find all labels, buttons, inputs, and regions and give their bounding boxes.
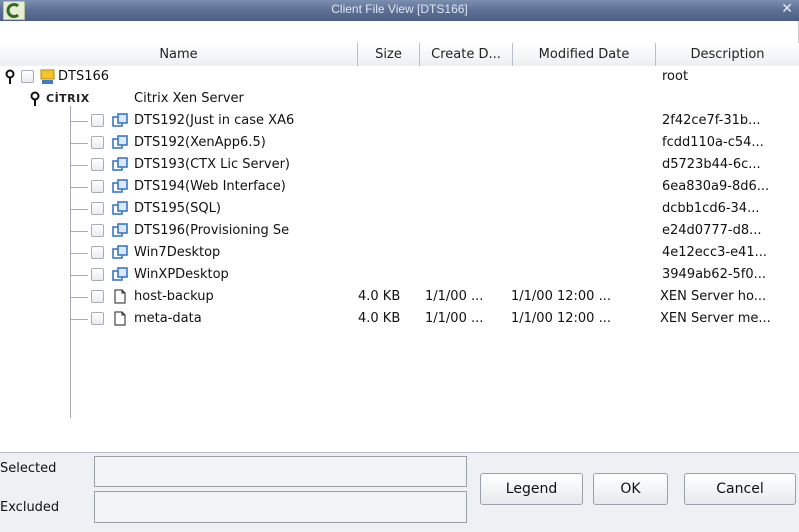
tree-row[interactable]: meta-data 4.0 KB 1/1/00 ... 1/1/00 12:00… [0, 308, 799, 330]
item-created: 1/1/00 ... [425, 311, 484, 326]
legend-button[interactable]: Legend [480, 473, 583, 505]
column-size[interactable]: Size [358, 43, 420, 66]
item-created: 1/1/00 ... [425, 289, 484, 304]
vm-icon [112, 223, 128, 237]
tree-row-root[interactable]: DTS166 root [0, 66, 799, 88]
vm-icon [112, 157, 128, 171]
excluded-field[interactable] [94, 491, 467, 523]
item-name: meta-data [134, 311, 202, 326]
vm-icon [112, 179, 128, 193]
column-name[interactable]: Name [0, 43, 358, 66]
expand-handle-icon[interactable] [4, 69, 16, 85]
item-checkbox[interactable] [91, 246, 104, 259]
column-description[interactable]: Description [656, 43, 799, 66]
column-create-date[interactable]: Create D... [420, 43, 513, 66]
item-name: DTS192(Just in case XA6 [134, 113, 295, 128]
tree-row[interactable]: WinXPDesktop 3949ab62-5f0... [0, 264, 799, 286]
item-name: DTS192(XenApp6.5) [134, 135, 266, 150]
tree-row[interactable]: Win7Desktop 4e12ecc3-e41... [0, 242, 799, 264]
vm-icon [112, 135, 128, 149]
item-description: XEN Server ho... [660, 289, 767, 304]
item-size: 4.0 KB [358, 311, 401, 326]
tree-row[interactable]: host-backup 4.0 KB 1/1/00 ... 1/1/00 12:… [0, 286, 799, 308]
selected-label: Selected [0, 461, 57, 476]
vm-icon [112, 245, 128, 259]
tree-row[interactable]: DTS194(Web Interface) 6ea830a9-8d6... [0, 176, 799, 198]
root-description: root [662, 69, 689, 84]
item-name: DTS195(SQL) [134, 201, 221, 216]
group-name: Citrix Xen Server [134, 91, 244, 106]
item-name: DTS196(Provisioning Se [134, 223, 290, 238]
item-checkbox[interactable] [91, 224, 104, 237]
item-description: XEN Server me... [660, 311, 771, 326]
tree-row[interactable]: DTS192(Just in case XA6 2f42ce7f-31b... [0, 110, 799, 132]
item-modified: 1/1/00 12:00 ... [511, 289, 611, 304]
close-icon[interactable]: ✕ [781, 1, 793, 17]
item-description: 4e12ecc3-e41... [662, 245, 768, 260]
item-checkbox[interactable] [91, 290, 104, 303]
column-modified-date[interactable]: Modified Date [513, 43, 656, 66]
file-icon [114, 311, 126, 326]
vm-icon [112, 113, 128, 127]
item-modified: 1/1/00 12:00 ... [511, 311, 611, 326]
title-bar[interactable]: Client File View [DTS166] ✕ [0, 0, 799, 21]
cancel-button[interactable]: Cancel [684, 473, 796, 505]
tree-row[interactable]: DTS196(Provisioning Se e24d0777-d8... [0, 220, 799, 242]
citrix-logo: CİTRIX [46, 92, 90, 105]
item-description: dcbb1cd6-34... [662, 201, 760, 216]
excluded-label: Excluded [0, 500, 60, 515]
file-tree: DTS166 root CİTRIX Citrix Xen Server DTS… [0, 66, 799, 452]
computer-icon [40, 69, 55, 84]
item-name: DTS193(CTX Lic Server) [134, 157, 290, 172]
item-checkbox[interactable] [91, 268, 104, 281]
file-icon [114, 289, 126, 304]
item-description: 3949ab62-5f0... [662, 267, 767, 282]
item-description: fcdd110a-c54... [662, 135, 764, 150]
root-name: DTS166 [58, 69, 110, 84]
expand-handle-icon[interactable] [29, 91, 41, 107]
window-title: Client File View [DTS166] [331, 2, 468, 16]
item-name: WinXPDesktop [134, 267, 229, 282]
item-checkbox[interactable] [91, 312, 104, 325]
root-checkbox[interactable] [21, 70, 34, 83]
item-checkbox[interactable] [91, 202, 104, 215]
vm-icon [112, 267, 128, 281]
client-file-view-dialog: Client File View [DTS166] ✕ Name Size Cr… [0, 0, 799, 532]
item-name: Win7Desktop [134, 245, 221, 260]
item-checkbox[interactable] [91, 180, 104, 193]
column-header: Name Size Create D... Modified Date Desc… [0, 43, 799, 67]
selected-field[interactable] [94, 456, 467, 487]
item-name: host-backup [134, 289, 214, 304]
item-name: DTS194(Web Interface) [134, 179, 286, 194]
item-description: d5723b44-6c... [662, 157, 761, 172]
item-size: 4.0 KB [358, 289, 401, 304]
item-checkbox[interactable] [91, 114, 104, 127]
item-description: 6ea830a9-8d6... [662, 179, 770, 194]
item-description: 2f42ce7f-31b... [662, 113, 761, 128]
tree-row-group[interactable]: CİTRIX Citrix Xen Server [0, 88, 799, 110]
item-description: e24d0777-d8... [662, 223, 762, 238]
ok-button[interactable]: OK [593, 473, 668, 505]
tree-row[interactable]: DTS192(XenApp6.5) fcdd110a-c54... [0, 132, 799, 154]
vm-icon [112, 201, 128, 215]
item-checkbox[interactable] [91, 136, 104, 149]
tree-row[interactable]: DTS195(SQL) dcbb1cd6-34... [0, 198, 799, 220]
item-checkbox[interactable] [91, 158, 104, 171]
tree-row[interactable]: DTS193(CTX Lic Server) d5723b44-6c... [0, 154, 799, 176]
